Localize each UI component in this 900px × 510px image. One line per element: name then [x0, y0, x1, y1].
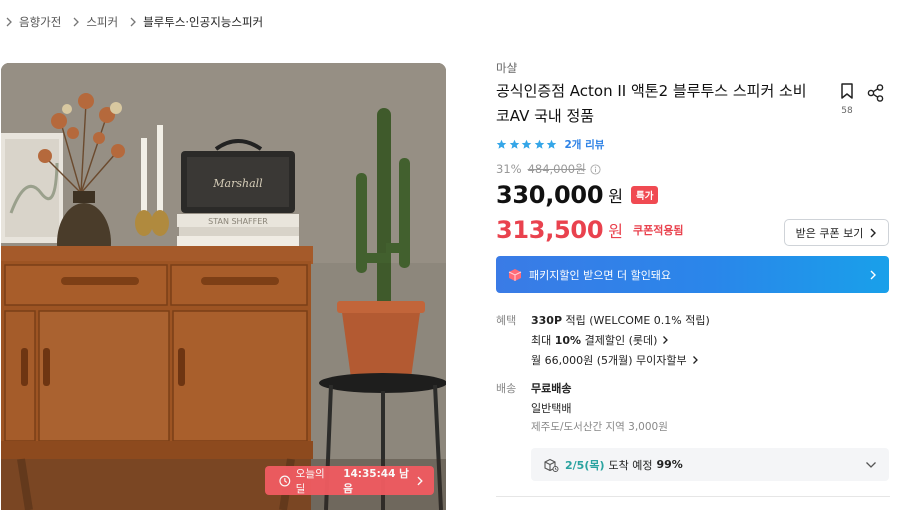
deal-timer-banner[interactable]: 오늘의딜 14:35:44 남음 [265, 466, 434, 495]
discount-rate: 31% [496, 162, 522, 176]
product-image[interactable]: Marshall STAN SHAFFER 오늘의딜 14:35:44 남음 [1, 63, 446, 510]
review-link[interactable]: 2개 리뷰 [565, 137, 605, 152]
chevron-down-icon [866, 461, 876, 468]
book-spine-text: STAN SHAFFER [208, 217, 268, 226]
delivery-box-icon [544, 458, 559, 472]
info-icon[interactable] [590, 163, 601, 175]
installment-benefit[interactable]: 월 66,000원 (5개월) 무이자할부 [531, 352, 699, 368]
delivery-extra-text: 제주도/도서산간 지역 3,000원 [531, 421, 668, 433]
breadcrumb-label: 음향가전 [19, 15, 62, 29]
bookmark-count: 58 [841, 106, 853, 116]
discount-line: 31% 484,000원 [496, 161, 601, 177]
chevron-right-icon [6, 17, 12, 27]
view-coupons-label: 받은 쿠폰 보기 [795, 226, 864, 240]
eta-date: 2/5(목) [565, 458, 605, 472]
card-text: 결제할인 (롯데) [584, 334, 658, 347]
clock-icon [279, 475, 291, 486]
card-rate: 10% [554, 333, 582, 347]
chevron-right-icon [663, 336, 669, 344]
delivery-eta-dropdown[interactable]: 2/5(목) 도착 예정 99% [531, 448, 889, 481]
installment-text: 월 66,000원 (5개월) 무이자할부 [531, 354, 687, 367]
chevron-right-icon [73, 17, 80, 27]
card-prefix: 최대 [531, 334, 552, 347]
chevron-right-icon [870, 270, 876, 279]
breadcrumb-item[interactable]: 스피커 [71, 13, 118, 31]
chevron-right-icon [870, 228, 877, 237]
coupon-price: 313,500 원 쿠폰적용됨 [496, 216, 684, 244]
eta-percent: 99% [656, 458, 683, 471]
chevron-right-icon [692, 356, 698, 364]
breadcrumb-label: 블루투스·인공지능스피커 [143, 15, 264, 29]
breadcrumb: 음향가전 스피커 블루투스·인공지능스피커 [4, 13, 273, 31]
original-price: 484,000원 [527, 162, 586, 176]
coupon-price-unit: 원 [608, 222, 623, 241]
delivery-method-text: 일반택배 [531, 402, 572, 415]
special-deal-badge: 특가 [630, 186, 659, 204]
view-coupons-button[interactable]: 받은 쿠폰 보기 [784, 219, 889, 246]
deal-timer-label: 오늘의딜 [295, 467, 325, 495]
bookmark-icon [841, 83, 853, 99]
speaker-logo-text: Marshall [212, 177, 263, 190]
star-icon [509, 139, 519, 149]
breadcrumb-item[interactable]: 음향가전 [4, 13, 61, 31]
product-photo: Marshall STAN SHAFFER [1, 63, 446, 510]
delivery-extra: 제주도/도서산간 지역 3,000원 [531, 419, 668, 434]
breadcrumb-item[interactable]: 블루투스·인공지능스피커 [128, 13, 263, 31]
package-icon [508, 268, 522, 281]
benefits-label: 혜택 [496, 314, 517, 327]
package-banner-text: 패키지할인 받으면 더 할인돼요 [529, 268, 672, 282]
star-icon [496, 139, 507, 149]
delivery-fee: 무료배송 [531, 380, 571, 396]
delivery-method: 일반택배 [531, 400, 571, 416]
product-title: 공식인증점 Acton II 액톤2 블루투스 스피커 소비코AV 국내 정품 [496, 82, 807, 125]
price-value: 330,000 [496, 181, 604, 209]
deal-timer-time: 14:35:44 남음 [343, 467, 409, 495]
divider [496, 496, 890, 497]
delivery-label: 배송 [496, 382, 517, 395]
chevron-right-icon [130, 17, 136, 27]
card-discount-benefit[interactable]: 최대 10% 결제할인 (롯데) [531, 332, 669, 348]
points-text: 적립 (WELCOME 0.1% 적립) [565, 314, 710, 327]
star-icon [534, 139, 544, 149]
brand-name[interactable]: 마샬 [496, 60, 517, 76]
star-rating [496, 139, 559, 150]
coupon-applied-label: 쿠폰적용됨 [632, 224, 684, 237]
eta-text: 도착 예정 [608, 458, 653, 472]
breadcrumb-label: 스피커 [86, 15, 119, 29]
coupon-price-value: 313,500 [496, 216, 604, 244]
chevron-right-icon [417, 476, 424, 485]
package-discount-banner[interactable]: 패키지할인 받으면 더 할인돼요 [496, 256, 889, 293]
share-icon[interactable] [866, 83, 886, 103]
bookmark-button[interactable]: 58 [836, 82, 858, 116]
points-benefit: 330P 적립 (WELCOME 0.1% 적립) [531, 312, 710, 328]
points-value: 330P [531, 313, 563, 327]
delivery-fee-text: 무료배송 [531, 382, 572, 395]
sale-price: 330,000 원 특가 [496, 181, 659, 209]
price-unit: 원 [608, 187, 623, 206]
star-icon [546, 139, 557, 149]
star-icon [521, 139, 532, 149]
rating: 2개 리뷰 [496, 137, 604, 152]
